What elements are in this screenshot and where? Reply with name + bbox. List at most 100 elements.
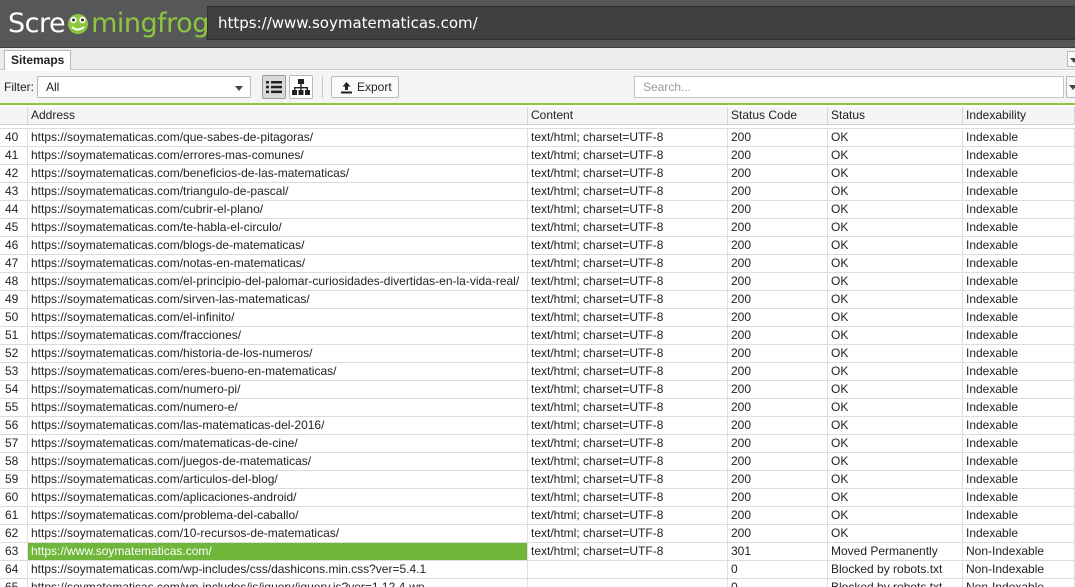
cell-status: OK — [828, 219, 963, 236]
toolbar: Filter: All Export — [0, 71, 1075, 105]
column-header-address[interactable]: Address — [28, 107, 528, 125]
cell-content: text/html; charset=UTF-8 — [528, 435, 728, 452]
filter-select[interactable]: All — [37, 76, 251, 98]
table-row[interactable]: 43 https://soymatematicas.com/triangulo-d… — [0, 183, 1075, 201]
table-row[interactable]: 57 https://soymatematicas.com/matematicas… — [0, 435, 1075, 453]
cell-address: https://soymatematicas.com/juegos-de-mat… — [28, 453, 528, 470]
cell-status-code: 200 — [728, 417, 828, 434]
search-input[interactable] — [634, 76, 1064, 98]
row-number: 42 — [0, 165, 28, 182]
table-row[interactable]: 50 https://soymatematicas.com/el-infinito… — [0, 309, 1075, 327]
table-row[interactable]: 59 https://soymatematicas.com/articulos-d… — [0, 471, 1075, 489]
cell-status-code: 200 — [728, 255, 828, 272]
table-row[interactable]: 54 https://soymatematicas.com/numero-pi/t… — [0, 381, 1075, 399]
cell-status: OK — [828, 309, 963, 326]
cell-indexability: Indexable — [963, 147, 1075, 164]
table-row[interactable]: 41 https://soymatematicas.com/errores-mas… — [0, 147, 1075, 165]
cell-address: https://soymatematicas.com/historia-de-l… — [28, 345, 528, 362]
cell-address: https://soymatematicas.com/te-habla-el-c… — [28, 219, 528, 236]
table-row-selected[interactable]: 63 https://www.soymatematicas.com/text/ht… — [0, 543, 1075, 561]
table-row[interactable]: 45 https://soymatematicas.com/te-habla-el… — [0, 219, 1075, 237]
list-icon — [266, 81, 282, 94]
cell-indexability: Indexable — [963, 129, 1075, 146]
table-row[interactable]: 58 https://soymatematicas.com/juegos-de-m… — [0, 453, 1075, 471]
table-row[interactable]: 51 https://soymatematicas.com/fracciones/… — [0, 327, 1075, 345]
cell-indexability: Indexable — [963, 471, 1075, 488]
cell-address: https://soymatematicas.com/el-infinito/ — [28, 309, 528, 326]
cell-address: https://soymatematicas.com/aplicaciones-… — [28, 489, 528, 506]
cell-content: text/html; charset=UTF-8 — [528, 363, 728, 380]
cell-address: https://soymatematicas.com/notas-en-mate… — [28, 255, 528, 272]
table-row[interactable]: 44 https://soymatematicas.com/cubrir-el-p… — [0, 201, 1075, 219]
table-row[interactable]: 61 https://soymatematicas.com/problema-de… — [0, 507, 1075, 525]
table-row[interactable]: 42 https://soymatematicas.com/beneficios-… — [0, 165, 1075, 183]
cell-content: text/html; charset=UTF-8 — [528, 273, 728, 290]
table-row[interactable]: 56 https://soymatematicas.com/las-matemat… — [0, 417, 1075, 435]
cell-address: https://soymatematicas.com/errores-mas-c… — [28, 147, 528, 164]
cell-content: text/html; charset=UTF-8 — [528, 129, 728, 146]
list-view-button[interactable] — [262, 75, 286, 99]
cell-address: https://soymatematicas.com/problema-del-… — [28, 507, 528, 524]
cell-status: Blocked by robots.txt — [828, 579, 963, 587]
cell-content: text/html; charset=UTF-8 — [528, 507, 728, 524]
table-row[interactable]: 52 https://soymatematicas.com/historia-de… — [0, 345, 1075, 363]
cell-status: OK — [828, 507, 963, 524]
cell-address: https://soymatematicas.com/sirven-las-ma… — [28, 291, 528, 308]
tree-icon — [292, 79, 310, 95]
table-row[interactable]: 46 https://soymatematicas.com/blogs-de-ma… — [0, 237, 1075, 255]
cell-address: https://soymatematicas.com/el-principio-… — [28, 273, 528, 290]
table-row[interactable]: 55 https://soymatematicas.com/numero-e/te… — [0, 399, 1075, 417]
cell-content: text/html; charset=UTF-8 — [528, 345, 728, 362]
table-row[interactable]: 65 https://soymatematicas.com/wp-includes… — [0, 579, 1075, 587]
table-row[interactable]: 62 https://soymatematicas.com/10-recursos… — [0, 525, 1075, 543]
export-button[interactable]: Export — [331, 76, 399, 98]
table-row[interactable]: 53 https://soymatematicas.com/eres-bueno-… — [0, 363, 1075, 381]
cell-indexability: Indexable — [963, 183, 1075, 200]
cell-status: OK — [828, 453, 963, 470]
cell-indexability: Indexable — [963, 273, 1075, 290]
table-header: Address Content Status Code Status Index… — [0, 107, 1075, 125]
row-number: 50 — [0, 309, 28, 326]
cell-address: https://soymatematicas.com/numero-e/ — [28, 399, 528, 416]
cell-content: text/html; charset=UTF-8 — [528, 309, 728, 326]
table-row[interactable]: 64 https://soymatematicas.com/wp-includes… — [0, 561, 1075, 579]
table-row[interactable]: 49 https://soymatematicas.com/sirven-las-… — [0, 291, 1075, 309]
row-number: 52 — [0, 345, 28, 362]
url-input[interactable]: https://www.soymatematicas.com/ — [207, 6, 1075, 40]
column-header-status-code[interactable]: Status Code — [728, 107, 828, 125]
cell-indexability: Indexable — [963, 327, 1075, 344]
table-row[interactable]: 40 https://soymatematicas.com/que-sabes-d… — [0, 129, 1075, 147]
cell-status-code: 200 — [728, 291, 828, 308]
search-options-dropdown[interactable] — [1066, 76, 1075, 98]
tab-overflow-dropdown[interactable] — [1067, 51, 1075, 67]
row-number: 49 — [0, 291, 28, 308]
cell-content: text/html; charset=UTF-8 — [528, 201, 728, 218]
table-row[interactable]: 60 https://soymatematicas.com/aplicacione… — [0, 489, 1075, 507]
cell-content: text/html; charset=UTF-8 — [528, 543, 728, 560]
cell-address: https://soymatematicas.com/eres-bueno-en… — [28, 363, 528, 380]
cell-status-code: 200 — [728, 399, 828, 416]
cell-address: https://soymatematicas.com/fracciones/ — [28, 327, 528, 344]
cell-status-code: 200 — [728, 183, 828, 200]
cell-indexability: Indexable — [963, 453, 1075, 470]
column-header-content[interactable]: Content — [528, 107, 728, 125]
table-row[interactable]: 48 https://soymatematicas.com/el-principi… — [0, 273, 1075, 291]
column-header-indexability[interactable]: Indexability — [963, 107, 1075, 125]
cell-content: text/html; charset=UTF-8 — [528, 453, 728, 470]
frog-icon — [66, 11, 90, 35]
cell-status-code: 200 — [728, 471, 828, 488]
top-bar: Scre mingfrog https://www.soymatematicas… — [0, 0, 1075, 48]
column-header-status[interactable]: Status — [828, 107, 963, 125]
cell-content — [528, 561, 728, 578]
cell-content: text/html; charset=UTF-8 — [528, 471, 728, 488]
table-row[interactable]: 47 https://soymatematicas.com/notas-en-ma… — [0, 255, 1075, 273]
cell-status: OK — [828, 237, 963, 254]
cell-address: https://soymatematicas.com/cubrir-el-pla… — [28, 201, 528, 218]
cell-content: text/html; charset=UTF-8 — [528, 165, 728, 182]
cell-content: text/html; charset=UTF-8 — [528, 381, 728, 398]
row-number: 63 — [0, 543, 28, 560]
tree-view-button[interactable] — [289, 75, 313, 99]
cell-content: text/html; charset=UTF-8 — [528, 327, 728, 344]
tab-sitemaps[interactable]: Sitemaps — [4, 50, 72, 70]
cell-status-code: 200 — [728, 435, 828, 452]
